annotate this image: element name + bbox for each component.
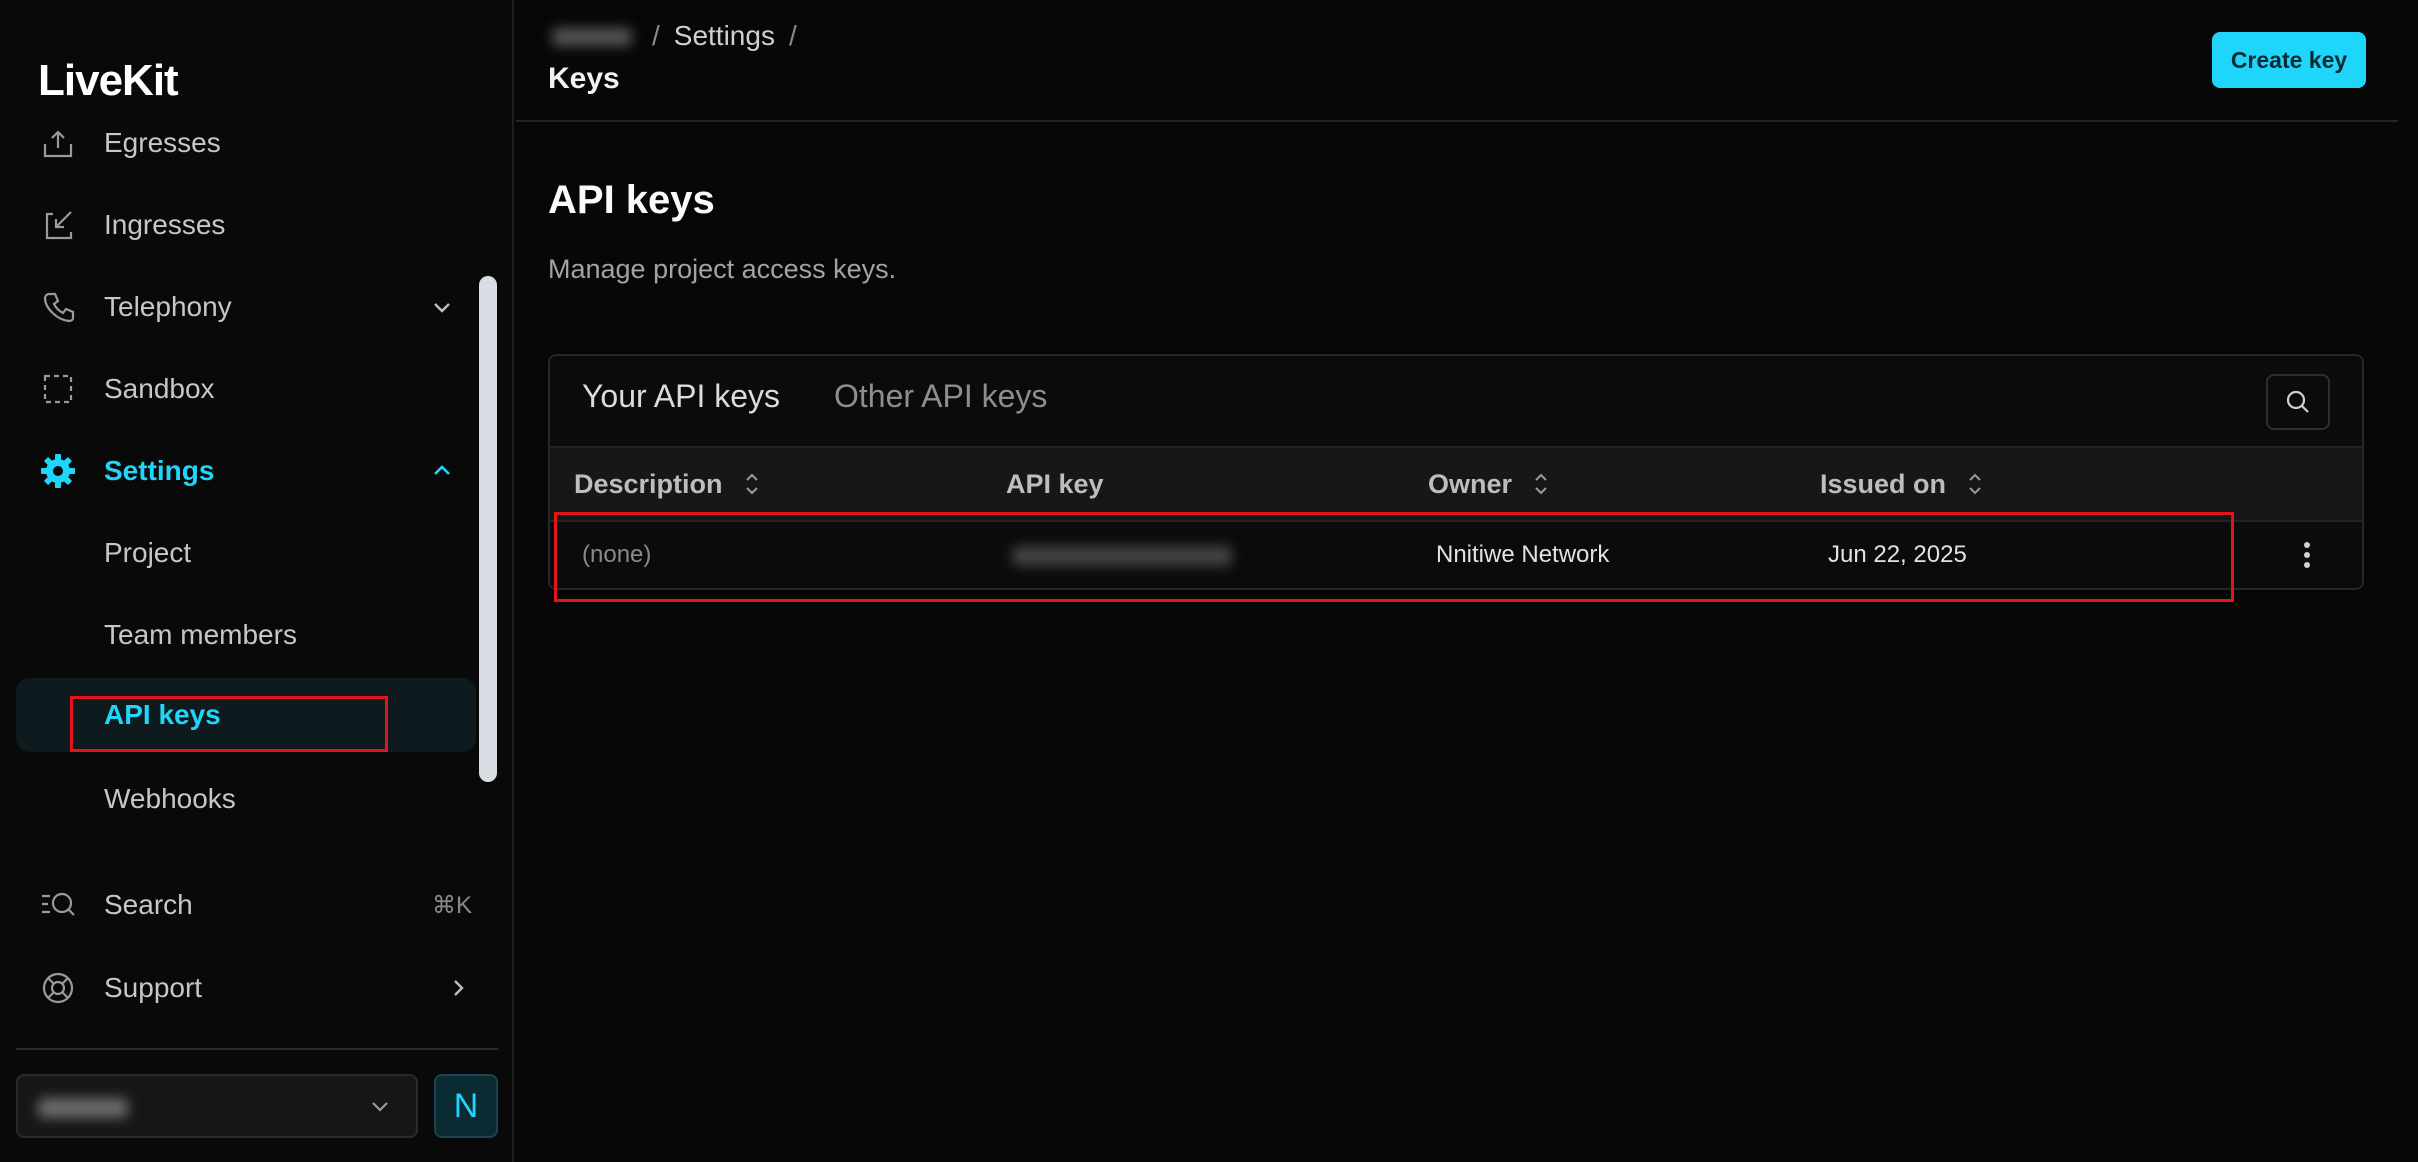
sidebar-item-label: Team members [104,619,297,650]
gear-icon [28,438,88,504]
phone-icon [28,274,88,340]
sidebar-item-label: Ingresses [104,209,226,240]
sidebar-item-label: Egresses [104,127,221,158]
sidebar-scrollbar[interactable] [479,276,497,782]
sort-icon [1535,473,1547,495]
column-header-label: Owner [1428,468,1513,499]
sort-icon [745,473,758,495]
section-subheading: Manage project access keys. [548,254,897,284]
column-header-description[interactable]: Description [574,448,761,520]
avatar[interactable]: N [434,1074,498,1138]
create-key-button[interactable]: Create key [2212,32,2366,88]
sandbox-icon [28,356,88,422]
top-bar: / Settings / Keys Create key [516,0,2398,122]
breadcrumb-separator: / [788,20,797,51]
livekit-logo[interactable]: LiveKit [38,56,179,106]
column-header-label: Issued on [1820,468,1947,499]
sidebar-divider [16,1048,498,1050]
search-icon [28,872,88,938]
table-header: Description API key Owner Issued on [550,446,2362,522]
chevron-right-icon[interactable] [446,955,470,1021]
breadcrumb-project[interactable] [548,22,638,50]
sort-icon [1969,473,1981,495]
tab-your-api-keys[interactable]: Your API keys [582,378,780,415]
column-header-owner[interactable]: Owner [1428,448,1550,520]
sidebar-item-project[interactable]: Project [16,520,476,586]
sidebar-item-label: Project [104,537,192,568]
sidebar-item-telephony[interactable]: Telephony [16,274,476,340]
sidebar-item-webhooks[interactable]: Webhooks [16,766,476,832]
sidebar-item-label: Sandbox [104,373,215,404]
sidebar-item-settings[interactable]: Settings [16,438,476,504]
egress-icon [28,110,88,176]
highlight-box-api-keys [70,696,388,752]
sidebar-item-ingresses[interactable]: Ingresses [16,192,476,258]
highlight-box-key-row [554,512,2234,602]
sidebar-item-egresses[interactable]: Egresses [16,110,476,176]
ingress-icon [28,192,88,258]
breadcrumb: / Settings / [548,20,797,52]
column-header-api-key: API key [1006,448,1104,520]
support-icon [28,955,88,1021]
sidebar-item-label: Webhooks [104,783,236,814]
column-header-label: API key [1006,468,1104,499]
column-header-label: Description [574,468,723,499]
more-options-icon[interactable] [2292,540,2322,570]
sidebar-item-search[interactable]: Search ⌘K [16,872,476,938]
section-heading: API keys [548,178,715,222]
tab-other-api-keys[interactable]: Other API keys [834,378,1047,415]
sidebar-item-label: Telephony [104,291,232,322]
sidebar-item-sandbox[interactable]: Sandbox [16,356,476,422]
project-name-redacted [38,1098,128,1118]
sidebar-item-label: Search [104,889,193,920]
search-shortcut: ⌘K [431,891,472,919]
chevron-down-icon [368,1094,392,1123]
sidebar-item-team-members[interactable]: Team members [16,602,476,668]
sidebar-item-label: Settings [104,455,215,486]
chevron-down-icon[interactable] [430,274,454,340]
page-title: Keys [548,62,620,95]
chevron-up-icon[interactable] [430,438,454,504]
sidebar-item-support[interactable]: Support [16,955,476,1021]
column-header-issued-on[interactable]: Issued on [1820,448,1984,520]
project-selector[interactable] [16,1074,418,1138]
search-button[interactable] [2266,374,2330,430]
main-content: / Settings / Keys Create key API keys Ma… [516,0,2418,1162]
breadcrumb-separator: / [652,20,660,51]
search-icon [2286,390,2309,413]
breadcrumb-settings[interactable]: Settings [674,20,775,52]
sidebar: LiveKit Egresses Ingresses Telephony San… [0,0,514,1162]
sidebar-item-label: Support [104,972,203,1003]
